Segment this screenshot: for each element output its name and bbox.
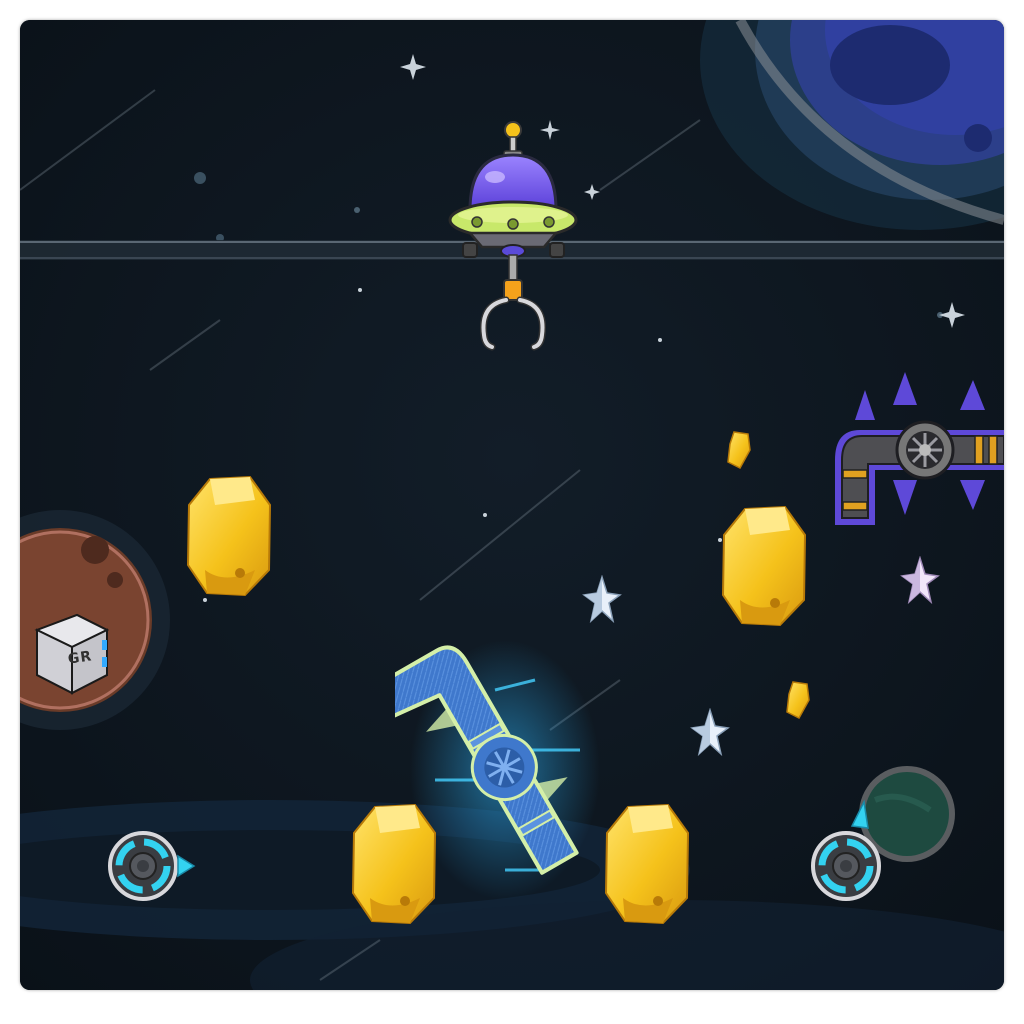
- game-scene: GR: [20, 20, 1004, 990]
- spiked-pipe[interactable]: [815, 370, 1004, 540]
- gold-nugget[interactable]: [185, 475, 275, 600]
- gold-shard[interactable]: [785, 680, 811, 720]
- rotate-left-control[interactable]: [108, 818, 198, 913]
- gold-nugget[interactable]: [720, 505, 810, 630]
- rotate-left-icon: [177, 854, 196, 878]
- crate-label: GR: [67, 648, 94, 668]
- crystal-star[interactable]: [690, 708, 730, 758]
- gold-nugget[interactable]: [603, 803, 693, 928]
- ufo-claw[interactable]: [440, 115, 600, 360]
- rotate-right-icon: [850, 799, 869, 829]
- crystal-star[interactable]: [582, 575, 622, 625]
- gold-shard[interactable]: [726, 430, 752, 470]
- crystal-star[interactable]: [900, 556, 940, 606]
- screen-frame: GR: [0, 0, 1024, 1024]
- gold-nugget[interactable]: [350, 803, 440, 928]
- rotate-right-control[interactable]: [810, 798, 890, 913]
